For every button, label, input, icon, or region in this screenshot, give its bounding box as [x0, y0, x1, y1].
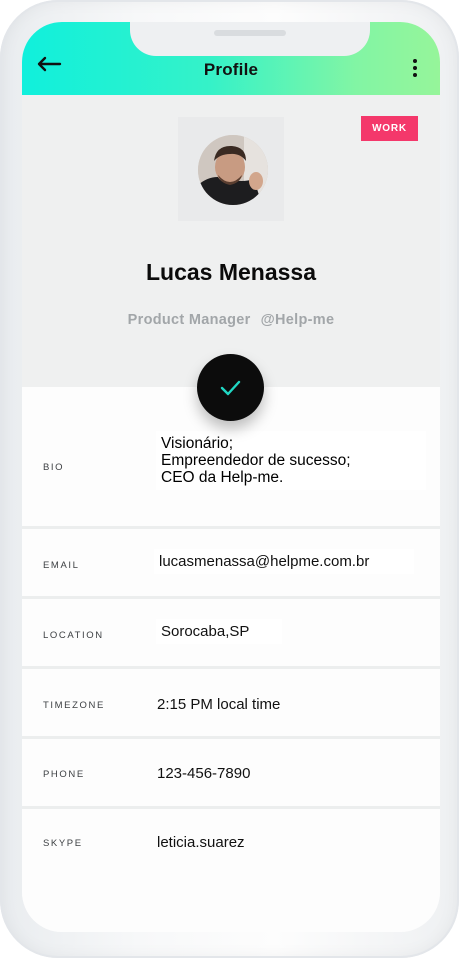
- bio-text[interactable]: Visionário; Empreendedor de sucesso; CEO…: [156, 431, 426, 490]
- profile-summary: WORK Lucas Menassa Product Manager @Help…: [22, 95, 440, 387]
- profile-role-line: Product Manager @Help-me: [22, 312, 440, 328]
- avatar-frame: [178, 117, 284, 221]
- skype-label: SKYPE: [43, 838, 83, 849]
- location-field[interactable]: Sorocaba,SP: [156, 619, 282, 644]
- phone-value[interactable]: 123-456-7890: [157, 765, 250, 782]
- more-vertical-icon[interactable]: [412, 59, 418, 77]
- location-row: LOCATION Sorocaba,SP: [22, 599, 440, 669]
- avatar: [198, 135, 268, 205]
- email-row: EMAIL lucasmenassa@helpme.com.br: [22, 529, 440, 599]
- profile-company: @Help-me: [260, 312, 335, 328]
- app-screen: Profile WORK Lucas Menassa Product Manag…: [22, 22, 440, 932]
- skype-row: SKYPE leticia.suarez: [22, 809, 440, 932]
- email-label: EMAIL: [43, 560, 80, 571]
- page-title: Profile: [203, 60, 259, 79]
- speaker-grille: [214, 30, 286, 36]
- device-notch: [130, 22, 370, 56]
- skype-value[interactable]: leticia.suarez: [157, 834, 245, 851]
- bio-line: CEO da Help-me.: [161, 469, 284, 486]
- profile-name: Lucas Menassa: [145, 259, 317, 285]
- timezone-row: TIMEZONE 2:15 PM local time: [22, 669, 440, 739]
- bio-line: Empreendedor de sucesso;: [161, 452, 351, 469]
- checkmark-icon: [220, 380, 241, 396]
- timezone-value: 2:15 PM local time: [157, 696, 281, 713]
- email-field[interactable]: lucasmenassa@helpme.com.br: [154, 549, 414, 574]
- phone-label: PHONE: [43, 769, 85, 780]
- phone-frame: Profile WORK Lucas Menassa Product Manag…: [0, 0, 459, 958]
- profile-role: Product Manager: [127, 312, 251, 328]
- location-label: LOCATION: [43, 630, 104, 641]
- bio-line: Visionário;: [161, 435, 234, 452]
- timezone-label: TIMEZONE: [43, 700, 105, 711]
- work-badge[interactable]: WORK: [361, 116, 418, 141]
- confirm-button[interactable]: [197, 354, 264, 421]
- phone-row: PHONE 123-456-7890: [22, 739, 440, 809]
- bio-label: BIO: [43, 462, 65, 473]
